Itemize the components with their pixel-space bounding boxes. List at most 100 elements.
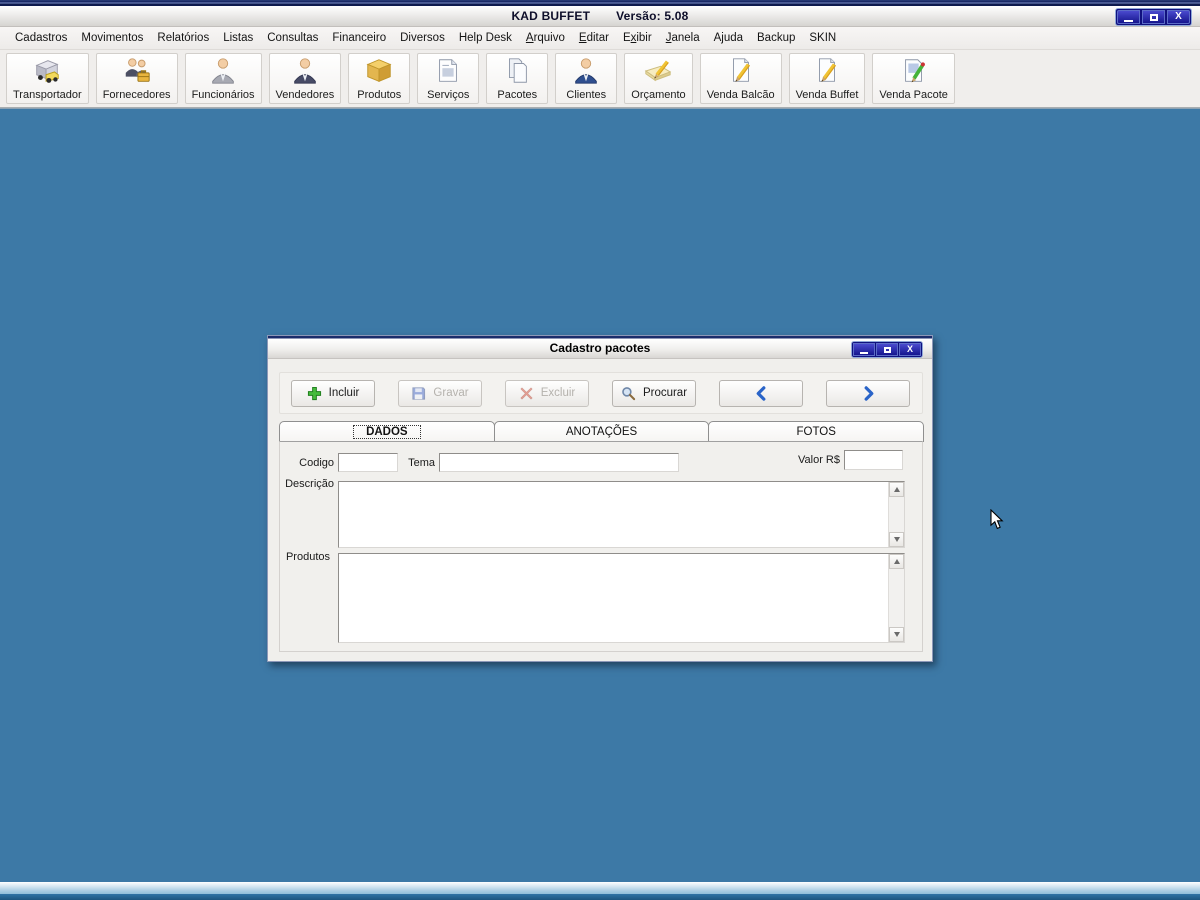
dialog-close-button[interactable]: X	[899, 343, 921, 356]
minimize-icon	[1124, 19, 1133, 22]
mouse-cursor	[990, 509, 1004, 530]
dialog-tabs: DADOS ANOTAÇÕES FOTOS	[279, 421, 925, 442]
produtos-label: Produtos	[285, 551, 330, 563]
plus-icon	[307, 386, 321, 400]
tab-fotos-label: FOTOS	[796, 425, 836, 438]
produtos-textarea[interactable]	[339, 554, 887, 642]
menu-item-help-desk[interactable]: Help Desk	[452, 32, 519, 44]
menu-item-skin[interactable]: SKIN	[802, 32, 843, 44]
descricao-label: Descrição	[285, 478, 334, 490]
toolbar-button-venda-buffet[interactable]: Venda Buffet	[788, 53, 866, 104]
main-titlebar: KAD BUFFET Versão: 5.08 X	[0, 6, 1200, 27]
tab-dados[interactable]: DADOS	[279, 421, 495, 442]
scroll-up-button[interactable]	[889, 482, 904, 497]
chevron-left-icon	[756, 385, 765, 401]
menu-item-exibir[interactable]: Exibir	[616, 32, 659, 44]
document-icon	[439, 59, 458, 82]
descricao-scrollbar[interactable]	[888, 482, 904, 547]
mdi-client-area: Cadastro pacotes X Incluir Gravar Exclui…	[0, 109, 1200, 882]
dialog-title: Cadastro pacotes	[549, 341, 651, 355]
toolbar-button-transportador[interactable]: Transportador	[6, 53, 89, 104]
menu-bar: Cadastros Movimentos Relatórios Listas C…	[0, 27, 1200, 50]
window-controls: X	[1115, 8, 1192, 26]
toolbar-button-pacotes[interactable]: Pacotes	[486, 53, 549, 104]
page-pencil-yellow-icon	[819, 58, 836, 82]
scroll-down-icon	[893, 632, 900, 637]
toolbar-button-clientes[interactable]: Clientes	[555, 53, 618, 104]
menu-item-movimentos[interactable]: Movimentos	[74, 32, 150, 44]
menu-item-financeiro[interactable]: Financeiro	[325, 32, 393, 44]
tab-dados-label: DADOS	[353, 424, 421, 439]
toolbar-button-fornecedores[interactable]: Fornecedores	[95, 53, 178, 104]
application-window: KAD BUFFET Versão: 5.08 X Cadastros Movi…	[0, 0, 1200, 900]
main-toolbar: Transportador Fornecedores Funcionários	[0, 50, 1200, 107]
descricao-textarea[interactable]	[339, 482, 887, 547]
truck-icon	[35, 60, 60, 83]
menu-item-arquivo[interactable]: Arquivo	[519, 32, 572, 44]
box-icon	[366, 59, 392, 83]
maximize-icon	[1149, 13, 1158, 21]
valor-input[interactable]	[844, 450, 903, 470]
page-pencil-yellow-icon	[732, 58, 750, 82]
excluir-button[interactable]: Excluir	[505, 379, 589, 407]
codigo-label: Codigo	[299, 457, 334, 469]
dialog-maximize-button[interactable]	[876, 343, 898, 356]
tab-fotos[interactable]: FOTOS	[708, 421, 925, 442]
maximize-icon	[883, 346, 891, 353]
chevron-right-icon	[864, 385, 873, 401]
scroll-up-icon	[893, 487, 900, 492]
save-icon	[412, 386, 426, 400]
tab-anotacoes-label: ANOTAÇÕES	[565, 425, 638, 438]
pages-icon	[509, 58, 528, 83]
menu-item-backup[interactable]: Backup	[750, 32, 802, 44]
procurar-button[interactable]: Procurar	[612, 379, 696, 407]
toolbar-button-venda-pacote[interactable]: Venda Pacote	[872, 53, 955, 104]
app-version: Versão: 5.08	[616, 9, 689, 23]
maximize-button[interactable]	[1142, 10, 1165, 24]
menu-item-editar[interactable]: Editar	[572, 32, 616, 44]
previous-record-button[interactable]	[719, 379, 803, 407]
close-button[interactable]: X	[1167, 10, 1190, 24]
search-icon	[622, 386, 636, 400]
valor-label: Valor R$	[798, 454, 840, 466]
menu-item-diversos[interactable]: Diversos	[393, 32, 452, 44]
scroll-up-button[interactable]	[889, 554, 904, 569]
scroll-down-button[interactable]	[889, 627, 904, 642]
menu-item-ajuda[interactable]: Ajuda	[707, 32, 750, 44]
scroll-down-icon	[893, 537, 900, 542]
toolbar-button-venda-balcao[interactable]: Venda Balcão	[699, 53, 782, 104]
scroll-down-button[interactable]	[889, 532, 904, 547]
page-pencil-green-icon	[904, 59, 925, 83]
scroll-up-icon	[893, 559, 900, 564]
tab-anotacoes[interactable]: ANOTAÇÕES	[493, 421, 710, 442]
window-bottom-border	[0, 894, 1200, 900]
bottom-status-strip	[0, 882, 1200, 894]
menu-item-janela[interactable]: Janela	[659, 32, 707, 44]
menu-item-listas[interactable]: Listas	[216, 32, 260, 44]
produtos-scrollbar[interactable]	[888, 554, 904, 642]
toolbar-button-servicos[interactable]: Serviços	[417, 53, 480, 104]
menu-item-relatorios[interactable]: Relatórios	[150, 32, 216, 44]
minimize-button[interactable]	[1117, 10, 1140, 24]
employee-person-icon	[212, 58, 234, 84]
minimize-icon	[860, 351, 868, 354]
tema-input[interactable]	[439, 453, 679, 472]
cadastro-pacotes-dialog: Cadastro pacotes X Incluir Gravar Exclui…	[267, 335, 933, 662]
dialog-minimize-button[interactable]	[853, 343, 875, 356]
toolbar-button-funcionarios[interactable]: Funcionários	[184, 53, 262, 104]
next-record-button[interactable]	[826, 379, 910, 407]
toolbar-button-produtos[interactable]: Produtos	[348, 53, 411, 104]
tema-label: Tema	[408, 457, 435, 469]
descricao-textbox	[338, 481, 905, 548]
menu-item-cadastros[interactable]: Cadastros	[8, 32, 74, 44]
toolbar-button-orcamento[interactable]: Orçamento	[624, 53, 693, 104]
app-name: KAD BUFFET	[511, 9, 591, 23]
produtos-textbox	[338, 553, 905, 643]
dialog-titlebar[interactable]: Cadastro pacotes X	[268, 336, 932, 359]
close-icon: X	[1175, 11, 1182, 22]
menu-item-consultas[interactable]: Consultas	[260, 32, 325, 44]
toolbar-button-vendedores[interactable]: Vendedores	[268, 53, 342, 104]
incluir-button[interactable]: Incluir	[291, 379, 375, 407]
delete-icon	[520, 386, 533, 400]
gravar-button[interactable]: Gravar	[398, 379, 482, 407]
